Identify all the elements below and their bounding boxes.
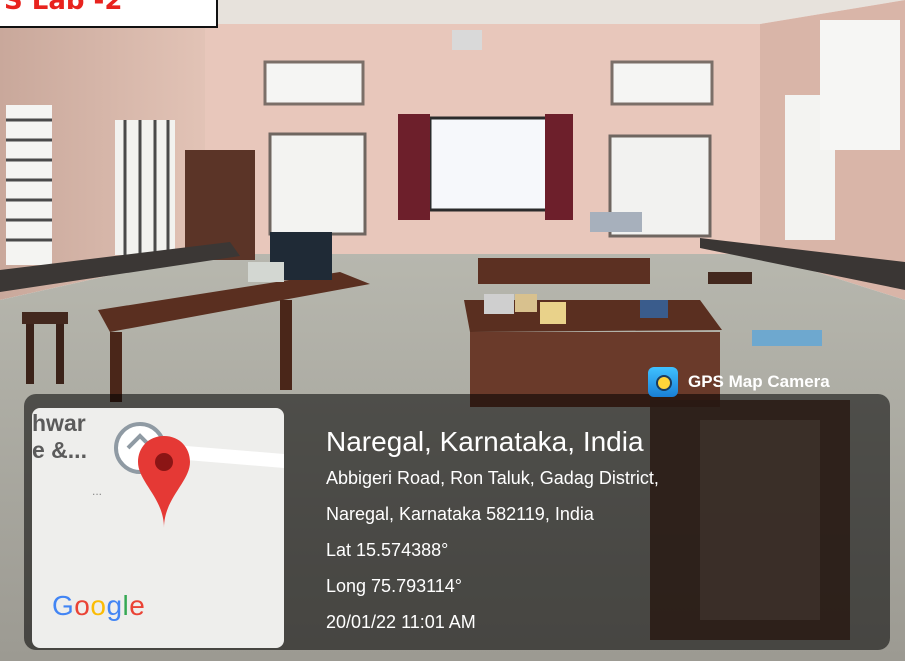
geotagged-photo: S Lab -2 GPS Map Camera hwar e &... ... … [0, 0, 905, 661]
map-thumbnail: hwar e &... ... Google [32, 408, 284, 648]
camera-pin-icon [648, 367, 678, 397]
latitude: Lat 15.574388° [326, 540, 449, 560]
app-badge: GPS Map Camera [648, 364, 830, 400]
location-pin-icon [138, 436, 190, 528]
map-ellipsis: ... [92, 484, 103, 498]
location-info: Naregal, Karnataka, India Abbigeri Road,… [326, 424, 659, 640]
caption-text: S Lab -2 [4, 0, 123, 16]
caption-banner: S Lab -2 [0, 0, 218, 28]
address-line-2: Naregal, Karnataka 582119, India [326, 504, 594, 524]
timestamp: 20/01/22 11:01 AM [326, 612, 476, 632]
app-name: GPS Map Camera [688, 372, 830, 391]
address-line-1: Abbigeri Road, Ron Taluk, Gadag District… [326, 468, 659, 488]
google-logo: Google [52, 590, 146, 621]
location-title: Naregal, Karnataka, India [326, 426, 644, 457]
longitude: Long 75.793114° [326, 576, 462, 596]
map-place-label: hwar e &... [32, 410, 87, 463]
